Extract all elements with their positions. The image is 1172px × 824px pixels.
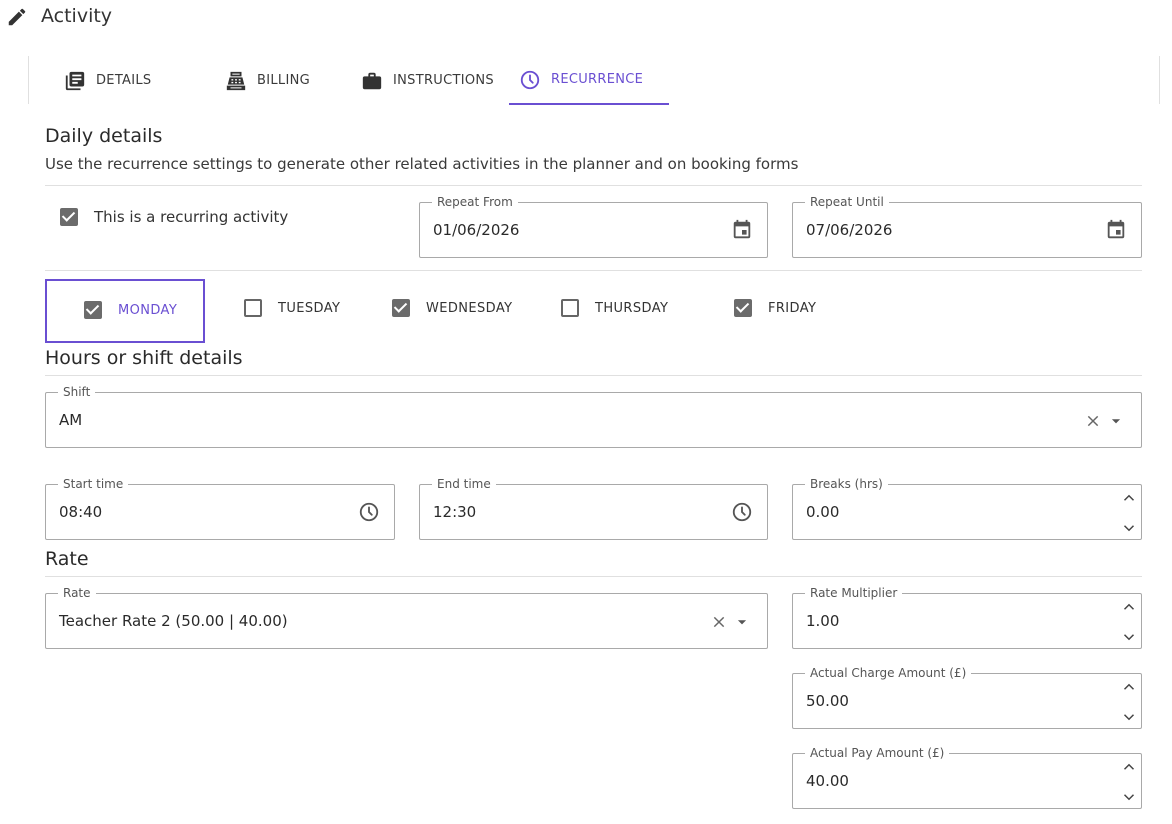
clock-icon[interactable] (358, 501, 380, 523)
field-label: Repeat Until (805, 194, 889, 210)
hours-heading: Hours or shift details (45, 347, 243, 369)
repeat-from-field[interactable]: Repeat From 01/06/2026 (419, 194, 768, 258)
field-value: AM (59, 411, 83, 429)
tab-label: INSTRUCTIONS (393, 73, 494, 88)
dropdown-arrow-icon[interactable] (735, 615, 749, 629)
field-value: 01/06/2026 (433, 221, 520, 239)
checkbox-checked-icon (84, 301, 102, 319)
chevron-down-icon[interactable] (1120, 521, 1138, 535)
tab-label: DETAILS (96, 73, 152, 88)
field-value: 07/06/2026 (806, 221, 893, 239)
actual-pay-amount-field[interactable]: Actual Pay Amount (£) 40.00 (792, 745, 1142, 809)
document-list-icon (65, 71, 85, 90)
chevron-up-icon[interactable] (1120, 680, 1138, 694)
day-label: THURSDAY (595, 300, 669, 316)
actual-charge-amount-field[interactable]: Actual Charge Amount (£) 50.00 (792, 665, 1142, 729)
field-label: Breaks (hrs) (805, 476, 888, 492)
day-label: WEDNESDAY (426, 300, 513, 316)
clear-icon[interactable] (711, 614, 727, 630)
day-label: FRIDAY (768, 300, 817, 316)
tab-instructions[interactable]: INSTRUCTIONS (351, 56, 504, 105)
rate-select[interactable]: Rate Teacher Rate 2 (50.00 | 40.00) (45, 585, 768, 649)
dropdown-arrow-icon[interactable] (1109, 414, 1123, 428)
chevron-down-icon[interactable] (1120, 710, 1138, 724)
field-label: Start time (58, 476, 129, 492)
field-value: 1.00 (806, 612, 840, 630)
tab-billing[interactable]: BILLING (215, 56, 320, 105)
divider (45, 576, 1142, 577)
tab-details[interactable]: DETAILS (54, 56, 161, 105)
clear-icon[interactable] (1085, 413, 1101, 429)
tab-label: RECURRENCE (551, 72, 644, 87)
end-time-field[interactable]: End time 12:30 (419, 476, 768, 540)
tabs-divider-right (1159, 56, 1160, 104)
breaks-field[interactable]: Breaks (hrs) 0.00 (792, 476, 1142, 540)
day-monday[interactable]: MONDAY (84, 301, 177, 319)
day-friday[interactable]: FRIDAY (734, 299, 816, 317)
field-value: Teacher Rate 2 (50.00 | 40.00) (59, 612, 288, 630)
day-wednesday[interactable]: WEDNESDAY (392, 299, 512, 317)
field-label: Rate (58, 585, 96, 601)
field-value: 40.00 (806, 772, 849, 790)
day-tuesday[interactable]: TUESDAY (244, 299, 340, 317)
checkbox-unchecked-icon (244, 299, 262, 317)
divider (45, 375, 1142, 376)
field-value: 50.00 (806, 692, 849, 710)
cash-register-icon (226, 71, 246, 90)
day-label: MONDAY (118, 302, 178, 318)
shift-select[interactable]: Shift AM (45, 384, 1142, 448)
divider (45, 185, 1142, 186)
daily-details-subtext: Use the recurrence settings to generate … (45, 155, 799, 173)
checkbox-checked-icon (392, 299, 410, 317)
rate-multiplier-field[interactable]: Rate Multiplier 1.00 (792, 585, 1142, 649)
field-label: Shift (58, 384, 96, 400)
daily-details-heading: Daily details (45, 125, 163, 147)
start-time-field[interactable]: Start time 08:40 (45, 476, 395, 540)
chevron-up-icon[interactable] (1120, 600, 1138, 614)
field-label: Repeat From (432, 194, 518, 210)
recurring-checkbox[interactable]: This is a recurring activity (60, 208, 288, 226)
field-label: Rate Multiplier (805, 585, 903, 601)
field-label: Actual Pay Amount (£) (805, 745, 950, 761)
briefcase-icon (362, 72, 382, 89)
repeat-until-field[interactable]: Repeat Until 07/06/2026 (792, 194, 1142, 258)
number-stepper[interactable] (1120, 600, 1138, 644)
clock-icon[interactable] (731, 501, 753, 523)
chevron-up-icon[interactable] (1120, 491, 1138, 505)
chevron-down-icon[interactable] (1120, 630, 1138, 644)
field-value: 08:40 (59, 503, 103, 521)
tab-label: BILLING (257, 73, 310, 88)
field-label: End time (432, 476, 496, 492)
tab-recurrence[interactable]: RECURRENCE (509, 56, 669, 105)
divider (45, 270, 1142, 271)
chevron-down-icon[interactable] (1120, 790, 1138, 804)
field-value: 0.00 (806, 503, 840, 521)
chevron-up-icon[interactable] (1120, 760, 1138, 774)
pencil-icon (8, 8, 26, 26)
number-stepper[interactable] (1120, 760, 1138, 804)
clock-icon (520, 70, 540, 89)
checkbox-checked-icon (734, 299, 752, 317)
day-thursday[interactable]: THURSDAY (561, 299, 668, 317)
recurring-label: This is a recurring activity (94, 208, 289, 226)
tabs-divider-left (28, 56, 29, 104)
calendar-icon[interactable] (1105, 219, 1127, 241)
checkbox-unchecked-icon (561, 299, 579, 317)
calendar-icon[interactable] (731, 219, 753, 241)
number-stepper[interactable] (1120, 491, 1138, 535)
day-label: TUESDAY (278, 300, 341, 316)
rate-heading: Rate (45, 548, 89, 570)
page-title: Activity (41, 5, 113, 27)
field-label: Actual Charge Amount (£) (805, 665, 972, 681)
checkbox-checked-icon (60, 208, 78, 226)
field-value: 12:30 (433, 503, 477, 521)
number-stepper[interactable] (1120, 680, 1138, 724)
